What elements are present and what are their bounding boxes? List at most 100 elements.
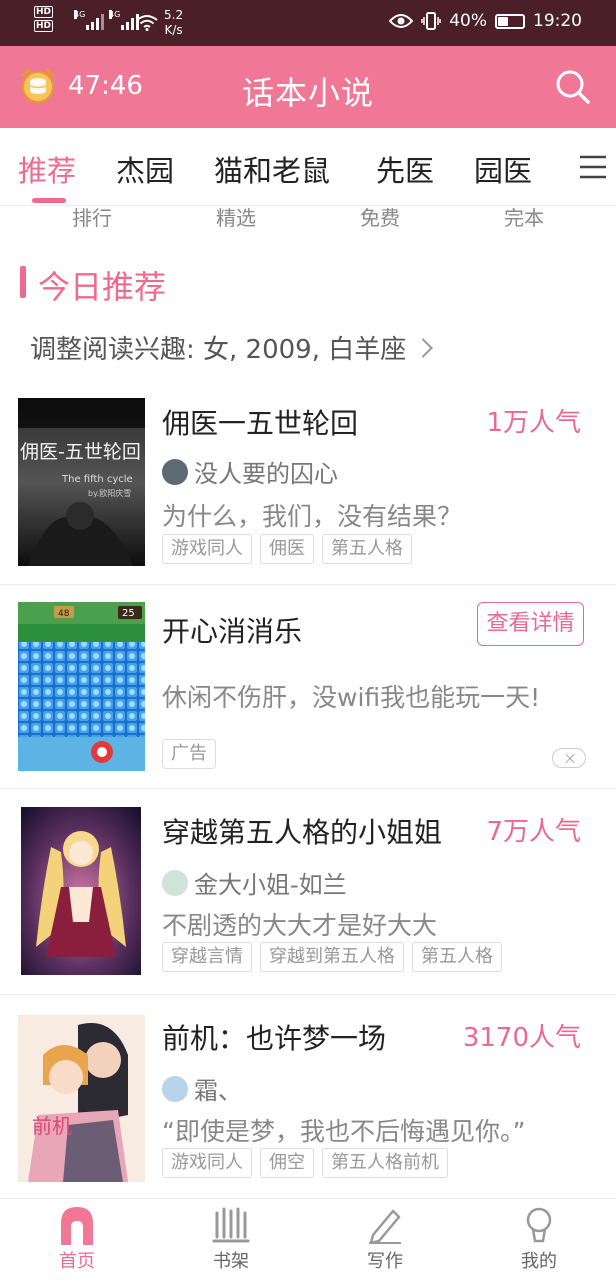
cover-title: 前机 <box>32 1114 72 1138</box>
nav-label: 书架 <box>213 1251 249 1272</box>
tab-xianyi[interactable]: 先医 <box>376 148 434 190</box>
cover-art: 前机 <box>18 1015 145 1182</box>
signal-icon: 4G <box>74 10 104 30</box>
tag[interactable]: 佣空 <box>260 1148 314 1178</box>
category-tabs: 推荐 杰园 猫和老鼠 先医 园医 <box>0 128 616 206</box>
subnav-featured[interactable]: 精选 <box>216 202 256 231</box>
status-bar: HD HD 4G 4G 5.2 K/s 40% 19:20 <box>0 0 616 46</box>
nav-home[interactable]: 首页 <box>37 1205 117 1273</box>
tag[interactable]: 游戏同人 <box>162 534 252 564</box>
tab-jieyuan[interactable]: 杰园 <box>116 148 174 190</box>
book-cover: 前机 <box>18 1015 145 1182</box>
tab-tom-and-jerry[interactable]: 猫和老鼠 <box>214 148 330 190</box>
book-popularity: 3170人气 <box>462 1023 581 1053</box>
bookshelf-icon <box>212 1207 250 1243</box>
tag[interactable]: 佣医 <box>260 534 314 564</box>
cover-title: 佣医-五世轮回 <box>20 441 141 463</box>
book-description: “即使是梦，我也不后悔遇见你。” <box>162 1117 526 1146</box>
tab-recommend[interactable]: 推荐 <box>18 148 76 190</box>
section-title: 今日推荐 <box>38 268 167 306</box>
tag[interactable]: 第五人格 <box>322 534 412 564</box>
book-popularity: 7万人气 <box>486 817 581 847</box>
status-right: 40% 19:20 <box>389 11 582 31</box>
battery-percent: 40% <box>449 11 487 31</box>
reading-interest-link[interactable]: 调整阅读兴趣: 女, 2009, 白羊座 <box>30 329 434 366</box>
subnav-free[interactable]: 免费 <box>360 202 400 231</box>
wifi-icon <box>136 15 158 31</box>
author-row: 金大小姐-如兰 <box>162 865 347 900</box>
interest-text: 调整阅读兴趣: 女, 2009, 白羊座 <box>30 335 407 365</box>
active-tab-indicator <box>32 198 66 203</box>
author-avatar <box>162 1075 188 1102</box>
tab-yuanyi[interactable]: 园医 <box>474 148 532 190</box>
book-card[interactable]: 穿越第五人格的小姐姐 7万人气 金大小姐-如兰 不剧透的大大才是好大大 穿越言情… <box>0 789 616 995</box>
ad-title: 开心消消乐 <box>162 615 303 648</box>
author-name: 霜、 <box>194 1077 242 1105</box>
menu-icon[interactable] <box>578 154 608 180</box>
book-title: 穿越第五人格的小姐姐 <box>162 816 443 849</box>
author-avatar <box>162 458 188 485</box>
author-name: 金大小姐-如兰 <box>194 871 347 899</box>
network-speed: 5.2 K/s <box>164 8 183 38</box>
book-title: 前机：也许梦一场 <box>162 1022 387 1055</box>
app-header: 47:46 话本小说 <box>0 46 616 128</box>
tag[interactable]: 穿越到第五人格 <box>260 942 404 972</box>
book-card[interactable]: 佣医-五世轮回 The fifth cycle by.欧阳庆雪 佣医一五世轮回 … <box>0 384 616 585</box>
subnav-completed[interactable]: 完本 <box>504 202 544 231</box>
book-description: 不剧透的大大才是好大大 <box>162 911 438 940</box>
cover-subtitle: The fifth cycle <box>61 474 133 485</box>
nav-profile[interactable]: 我的 <box>499 1205 579 1273</box>
tag[interactable]: 游戏同人 <box>162 1148 252 1178</box>
tag[interactable]: 穿越言情 <box>162 942 252 972</box>
ad-hud-left: 48 <box>58 609 70 619</box>
tag-list: 游戏同人 佣医 第五人格 <box>162 534 412 564</box>
ad-image: 48 25 <box>18 602 145 771</box>
book-popularity: 1万人气 <box>486 408 581 438</box>
speed-unit: K/s <box>164 23 183 37</box>
cover-art: 佣医-五世轮回 The fifth cycle by.欧阳庆雪 <box>18 398 145 566</box>
close-ad-icon[interactable] <box>552 748 586 768</box>
author-name: 没人要的囚心 <box>194 460 338 488</box>
ad-description: 休闲不伤肝，没wifi我也能玩一天! <box>162 683 541 712</box>
clock: 19:20 <box>533 11 582 31</box>
book-description: 为什么，我们，没有结果？ <box>162 502 463 531</box>
battery-icon <box>495 13 525 29</box>
hd-badge: HD <box>34 6 54 18</box>
nav-label: 写作 <box>367 1251 403 1272</box>
game-screenshot: 48 25 <box>18 602 145 771</box>
ad-label: 广告 <box>162 739 216 769</box>
author-row: 霜、 <box>162 1071 242 1106</box>
author-row: 没人要的囚心 <box>162 454 338 489</box>
tag-list: 游戏同人 佣空 第五人格前机 <box>162 1148 448 1178</box>
tag[interactable]: 第五人格 <box>412 942 502 972</box>
section-marker <box>20 266 26 298</box>
search-icon[interactable] <box>554 68 592 106</box>
tag-list: 穿越言情 穿越到第五人格 第五人格 <box>162 942 502 972</box>
tag[interactable]: 第五人格前机 <box>322 1148 448 1178</box>
bottom-navigation: 首页 书架 写作 我的 <box>0 1198 616 1280</box>
cover-author: by.欧阳庆雪 <box>88 488 131 498</box>
cover-art <box>21 807 141 975</box>
ad-card[interactable]: 48 25 开心消消乐 查看详情 休闲不伤肝，没wifi我也能玩一天! 广告 <box>0 585 616 789</box>
book-cover: 佣医-五世轮回 The fifth cycle by.欧阳庆雪 <box>18 398 145 566</box>
nav-label: 首页 <box>59 1251 95 1272</box>
subnav-ranking[interactable]: 排行 <box>72 202 112 231</box>
nav-write[interactable]: 写作 <box>345 1205 425 1273</box>
eye-icon <box>389 14 414 28</box>
book-title: 佣医一五世轮回 <box>162 407 359 440</box>
sub-navigation: 排行 精选 免费 完本 <box>0 204 616 234</box>
pencil-icon <box>369 1209 401 1245</box>
speed-value: 5.2 <box>164 8 184 22</box>
nav-bookshelf[interactable]: 书架 <box>191 1205 271 1273</box>
vibrate-icon <box>421 12 441 30</box>
view-details-button[interactable]: 查看详情 <box>477 602 584 646</box>
book-card[interactable]: 前机 前机：也许梦一场 3170人气 霜、 “即使是梦，我也不后悔遇见你。” 游… <box>0 995 616 1195</box>
home-icon <box>61 1207 93 1245</box>
author-avatar <box>162 869 188 896</box>
hd-badge: HD <box>34 20 54 32</box>
chevron-right-icon <box>413 338 434 358</box>
nav-label: 我的 <box>521 1251 557 1272</box>
ad-hud-right: 25 <box>122 608 135 619</box>
profile-icon <box>526 1207 552 1243</box>
app-title: 话本小说 <box>241 74 374 112</box>
